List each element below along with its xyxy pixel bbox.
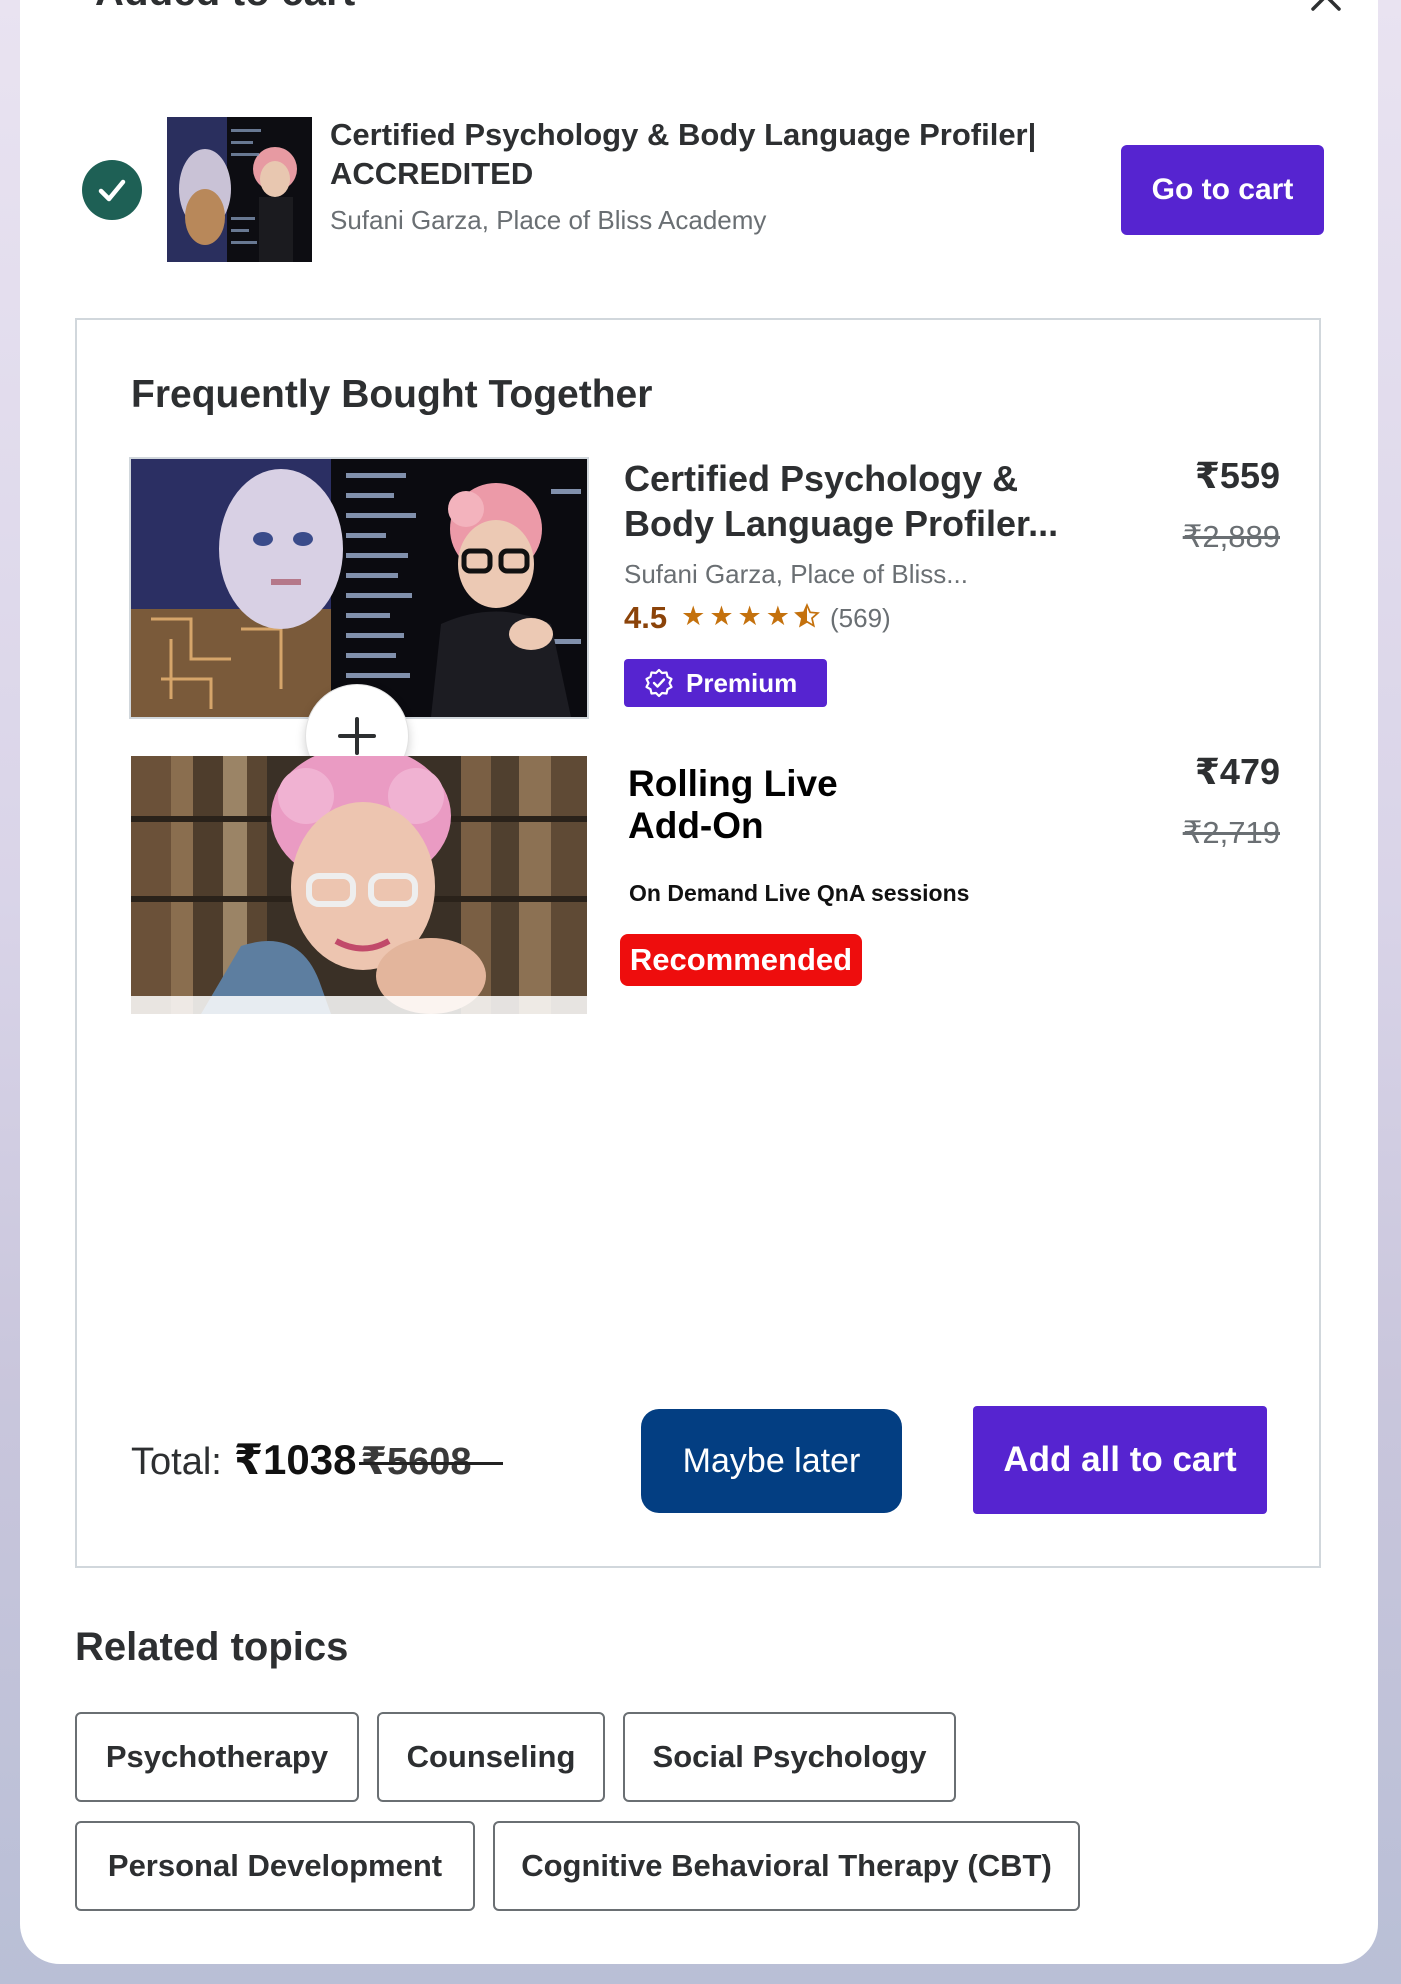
rating-count: (569) [829,602,891,633]
course1-old-price: ₹2,889 [1182,519,1280,554]
course1-title-line1: Certified Psychology & [624,458,1019,499]
star-icon: ★ [681,600,706,631]
course2-thumbnail[interactable] [131,756,587,1014]
added-course-author: Sufani Garza, Place of Bliss Academy [330,205,767,235]
course1-rating: 4.5 ★ ★ ★ ★ (569) [624,600,891,636]
course2-old-price: ₹2,719 [1182,815,1280,850]
topic-chip-counseling[interactable]: Counseling [377,1712,605,1802]
topic-chip-social-psychology[interactable]: Social Psychology [623,1712,956,1802]
close-button[interactable] [1304,0,1348,18]
maybe-later-button[interactable]: Maybe later [641,1409,902,1513]
added-course-title-line2: ACCREDITED [330,156,534,191]
premium-badge-icon [644,668,674,698]
course1-title-line2: Body Language Profiler... [624,503,1059,544]
star-half-icon [794,602,820,634]
recommended-badge: Recommended [620,934,862,986]
course2-description: On Demand Live QnA sessions [629,880,970,906]
plus-icon [338,717,376,755]
topic-chip-psychotherapy[interactable]: Psychotherapy [75,1712,359,1802]
added-course-title[interactable]: Certified Psychology & Body Language Pro… [330,115,1090,193]
premium-badge-label: Premium [686,667,798,698]
total-old-price: ₹5608 [357,1439,504,1484]
star-icon: ★ [737,600,762,631]
course1-title[interactable]: Certified Psychology & Body Language Pro… [624,456,1094,546]
course1-author: Sufani Garza, Place of Bliss... [624,559,968,589]
check-circle-icon [82,160,142,220]
total-label: Total: [131,1441,222,1483]
added-course-title-line1: Certified Psychology & Body Language Pro… [330,117,1037,152]
star-icon: ★ [765,600,790,631]
course2-price: ₹479 [1194,751,1280,792]
rating-value: 4.5 [624,600,668,635]
topic-chip-personal-development[interactable]: Personal Development [75,1821,475,1911]
course2-title-line1: Rolling Live [628,763,838,804]
course1-thumbnail[interactable] [129,457,589,719]
topic-chip-cbt[interactable]: Cognitive Behavioral Therapy (CBT) [493,1821,1080,1911]
total-price: ₹1038 [233,1436,357,1483]
star-icon: ★ [709,600,734,631]
fbt-title: Frequently Bought Together [131,373,653,416]
course2-title-line2: Add-On [628,805,764,846]
related-topics-title: Related topics [75,1625,349,1669]
go-to-cart-button[interactable]: Go to cart [1121,145,1324,235]
modal-title: Added to cart [95,0,355,15]
added-course-thumbnail [167,117,312,262]
course1-price: ₹559 [1194,455,1280,496]
course2-title[interactable]: Rolling Live Add-On [628,763,1048,847]
close-icon [1311,0,1341,11]
premium-badge: Premium [624,659,827,707]
add-all-to-cart-button[interactable]: Add all to cart [973,1406,1267,1514]
rating-stars: ★ ★ ★ ★ [681,600,820,634]
total-summary: Total: ₹1038 ₹5608 [131,1435,504,1484]
